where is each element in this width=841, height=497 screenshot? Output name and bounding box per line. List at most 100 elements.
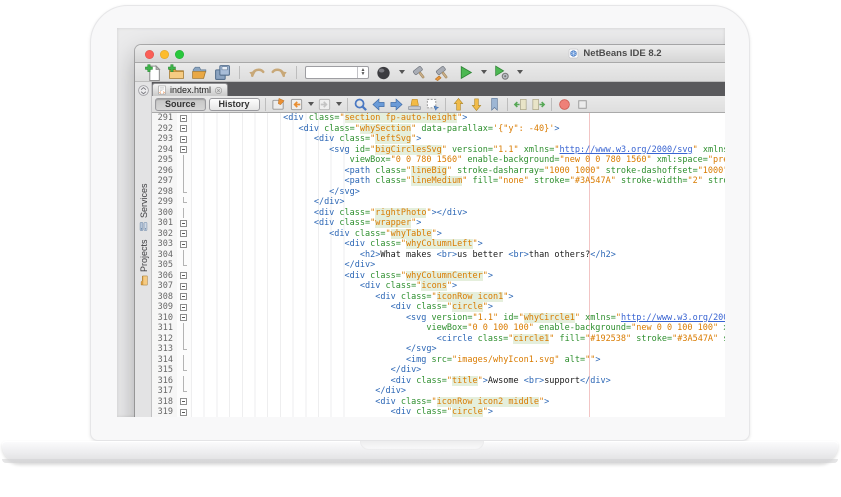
fold-guide [177, 365, 191, 376]
code-text: <div class="icons"> [191, 281, 725, 292]
deploy-icon[interactable] [375, 64, 392, 81]
undo-icon[interactable] [248, 64, 265, 81]
previous-bookmark-icon[interactable] [451, 97, 466, 112]
fold-toggle-icon[interactable] [177, 281, 191, 292]
clean-build-icon[interactable] [434, 64, 451, 81]
dropdown-caret-icon[interactable] [399, 70, 405, 74]
stop-macro-icon[interactable] [575, 97, 590, 112]
debug-project-icon[interactable] [493, 64, 510, 81]
back-icon[interactable] [289, 97, 304, 112]
code-line: 318 <div class="iconRow icon2 middle"> [152, 397, 725, 408]
window-menu-icon[interactable] [137, 84, 150, 97]
fold-toggle-icon[interactable] [177, 229, 191, 240]
history-view-button[interactable]: History [209, 98, 260, 111]
fold-toggle-icon[interactable] [177, 271, 191, 282]
fold-toggle-icon[interactable] [177, 239, 191, 250]
shift-right-icon[interactable] [531, 97, 546, 112]
fold-guide [177, 176, 191, 187]
run-project-icon[interactable] [457, 64, 474, 81]
find-next-icon[interactable] [389, 97, 404, 112]
next-bookmark-icon[interactable] [469, 97, 484, 112]
code-text: <div class="title">Awsome <br>support</d… [191, 376, 725, 387]
dropdown-caret-icon[interactable] [308, 102, 314, 106]
fold-toggle-icon[interactable] [177, 124, 191, 135]
rectangular-selection-icon[interactable] [425, 97, 440, 112]
redo-icon[interactable] [271, 64, 288, 81]
laptop-screen-bezel: NetBeans IDE 8.2 ▲▼ Services Projects [90, 5, 750, 441]
laptop-screen: NetBeans IDE 8.2 ▲▼ Services Projects [117, 28, 725, 417]
code-line: 316 <div class="title">Awsome <br>suppor… [152, 376, 725, 387]
code-text: <path class="lineMedium" fill="none" str… [191, 176, 725, 187]
code-text: </svg> [191, 344, 725, 355]
html-file-icon [157, 85, 167, 95]
toggle-highlight-icon[interactable] [407, 97, 422, 112]
fold-toggle-icon[interactable] [177, 397, 191, 408]
close-icon[interactable] [214, 86, 223, 95]
line-number: 314 [152, 355, 177, 366]
last-edit-icon[interactable] [271, 97, 286, 112]
save-all-icon[interactable] [214, 64, 231, 81]
source-view-button[interactable]: Source [155, 98, 206, 111]
new-file-icon[interactable] [145, 64, 162, 81]
toolbar-separator [551, 98, 552, 111]
code-line: 317 </div> [152, 386, 725, 397]
code-text: <svg version="1.1" id="whyCircle1" xmlns… [191, 313, 725, 324]
fold-toggle-icon[interactable] [177, 113, 191, 124]
open-project-icon[interactable] [191, 64, 208, 81]
fold-guide [177, 376, 191, 387]
laptop-base-notch [360, 441, 484, 450]
code-line: 299 </div> [152, 197, 725, 208]
line-number: 300 [152, 208, 177, 219]
sidebar-tab-label: Projects [139, 239, 149, 272]
tab-index-html[interactable]: index.html [152, 83, 228, 96]
fold-toggle-icon[interactable] [177, 292, 191, 303]
line-number: 311 [152, 323, 177, 334]
dropdown-caret-icon[interactable] [481, 70, 487, 74]
record-macro-icon[interactable] [557, 97, 572, 112]
dropdown-caret-icon[interactable] [336, 102, 342, 106]
window-title: NetBeans IDE 8.2 [583, 48, 661, 59]
build-project-icon[interactable] [411, 64, 428, 81]
fold-toggle-icon[interactable] [177, 145, 191, 156]
code-line: 305 </div> [152, 260, 725, 271]
dropdown-caret-icon[interactable] [517, 70, 523, 74]
projects-icon [138, 275, 149, 286]
line-number: 307 [152, 281, 177, 292]
shift-left-icon[interactable] [513, 97, 528, 112]
code-text: viewBox="0 0 780 1560" enable-background… [191, 155, 725, 166]
fold-toggle-icon[interactable] [177, 134, 191, 145]
line-number: 305 [152, 260, 177, 271]
configuration-combobox[interactable]: ▲▼ [305, 66, 369, 79]
fold-guide [177, 166, 191, 177]
fold-toggle-icon[interactable] [177, 313, 191, 324]
code-text: </div> [191, 386, 725, 397]
code-line: 301 <div class="wrapper"> [152, 218, 725, 229]
fold-toggle-icon[interactable] [177, 218, 191, 229]
window-content: Services Projects index.html [135, 82, 725, 417]
line-number: 293 [152, 134, 177, 145]
combobox-stepper-icon[interactable]: ▲▼ [357, 67, 368, 78]
fold-toggle-icon[interactable] [177, 407, 191, 417]
code-line: 313 </svg> [152, 344, 725, 355]
code-text: <div class="leftSvg"> [191, 134, 725, 145]
sidebar-tab-projects[interactable]: Projects [136, 239, 151, 286]
editor-column: index.html Source History [152, 82, 725, 417]
line-number: 295 [152, 155, 177, 166]
new-project-icon[interactable] [168, 64, 185, 81]
sidebar-tab-services[interactable]: Services [136, 183, 151, 232]
code-text: <div class="section fp-auto-height"> [191, 113, 725, 124]
fold-toggle-icon[interactable] [177, 302, 191, 313]
code-line: 319 <div class="circle"> [152, 407, 725, 417]
find-previous-icon[interactable] [371, 97, 386, 112]
find-icon[interactable] [353, 97, 368, 112]
editor-toolbar: Source History [152, 96, 725, 113]
code-text: </div> [191, 260, 725, 271]
code-editor[interactable]: 291 <div class="section fp-auto-height">… [152, 113, 725, 417]
main-toolbar: ▲▼ [135, 63, 725, 82]
code-line: 303 <div class="whyColumnLeft"> [152, 239, 725, 250]
code-text: </div> [191, 365, 725, 376]
forward-icon[interactable] [317, 97, 332, 112]
toggle-bookmark-icon[interactable] [487, 97, 502, 112]
line-number: 292 [152, 124, 177, 135]
toolbar-separator [296, 66, 297, 79]
